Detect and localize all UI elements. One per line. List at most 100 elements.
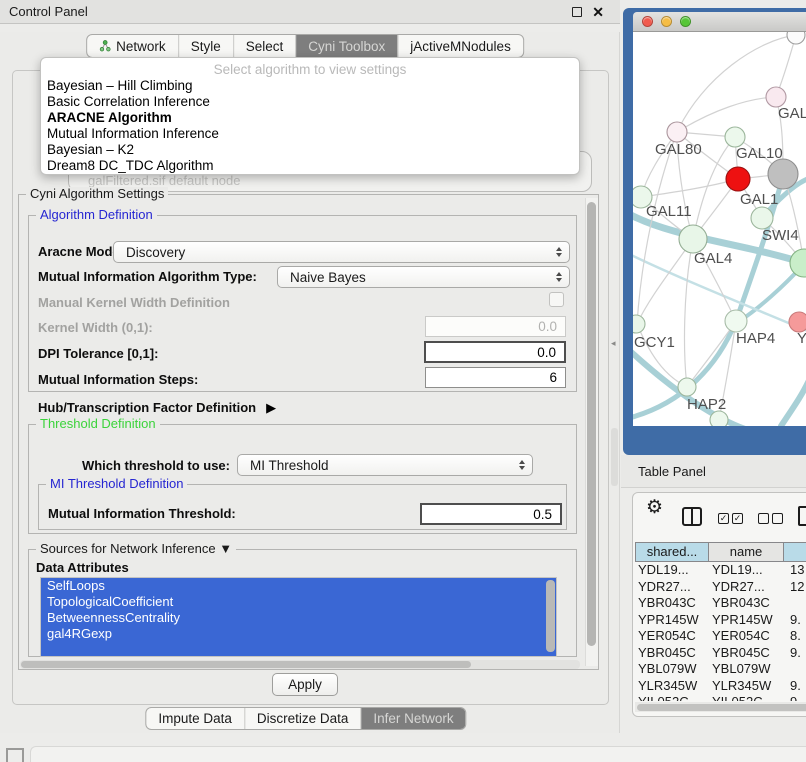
data-attribute-item[interactable]: BetweennessCentrality	[41, 610, 556, 626]
network-edge[interactable]	[677, 97, 776, 132]
float-panel-icon[interactable]	[572, 7, 582, 17]
table-row[interactable]: YBR045CYBR045C9.	[635, 645, 806, 662]
tab-infer-network[interactable]: Infer Network	[361, 708, 465, 729]
apply-button[interactable]: Apply	[272, 673, 338, 696]
column-header[interactable]: name	[709, 542, 784, 562]
select-all-checkbox-icon[interactable]: ✓	[718, 513, 729, 524]
column-header[interactable]: A	[784, 542, 806, 562]
network-window-titlebar[interactable]	[633, 12, 806, 32]
network-canvas[interactable]: GALGAL80GAL10GAL1GAL11SWI4GAL4HAP4YGCY1H…	[633, 32, 806, 426]
algorithm-option[interactable]: Dream8 DC_TDC Algorithm	[41, 158, 579, 174]
restore-panel-icon[interactable]	[6, 748, 24, 762]
minimize-traffic-button[interactable]	[661, 16, 672, 27]
network-node[interactable]	[787, 32, 805, 44]
collapsed-panel-bar[interactable]	[30, 746, 806, 762]
mi-threshold-box-title: MI Threshold Definition	[46, 477, 187, 491]
tab-style[interactable]: Style	[179, 35, 234, 57]
network-edge[interactable]	[641, 179, 738, 197]
network-node[interactable]	[710, 411, 728, 426]
algorithm-dropdown[interactable]: Select algorithm to view settings Bayesi…	[40, 57, 580, 175]
select-all-checkbox-icon[interactable]: ✓	[732, 513, 743, 524]
table-cell: YPR145W	[635, 612, 709, 629]
table-cell: YDL19...	[635, 562, 709, 579]
mi-steps-field[interactable]: 6	[425, 367, 566, 388]
table-row[interactable]: YDL19...YDL19...13	[635, 562, 806, 579]
algorithm-option[interactable]: Bayesian – Hill Climbing	[41, 78, 579, 94]
table-cell: YBL079W	[635, 661, 709, 678]
data-attribute-item[interactable]: TopologicalCoefficient	[41, 594, 556, 610]
network-node-gal4[interactable]	[679, 225, 707, 253]
aracne-mode-label: Aracne Mode:	[38, 243, 124, 261]
network-node-gal1[interactable]	[726, 167, 750, 191]
tab-discretize-data[interactable]: Discretize Data	[245, 708, 362, 729]
table-cell: 9.	[784, 678, 806, 695]
network-node[interactable]	[790, 249, 806, 277]
mi-threshold-field[interactable]: 0.5	[420, 503, 562, 525]
split-columns-icon[interactable]	[682, 507, 702, 526]
network-node-hap2[interactable]	[678, 378, 696, 396]
settings-box-title: Cyni Algorithm Settings	[26, 187, 168, 201]
network-node-hap4[interactable]	[725, 310, 747, 332]
data-attributes-label: Data Attributes	[36, 559, 129, 577]
panel-splitter-handle[interactable]	[611, 428, 618, 486]
algorithm-option[interactable]: ARACNE Algorithm	[41, 110, 579, 126]
manual-kernel-width-label: Manual Kernel Width Definition	[38, 294, 230, 312]
collapse-arrow-icon[interactable]: ▼	[219, 541, 232, 556]
network-node-gal[interactable]	[766, 87, 786, 107]
data-attribute-item-partial[interactable]	[41, 642, 556, 656]
table-row[interactable]: YPR145WYPR145W9.	[635, 612, 806, 629]
table-row[interactable]: YBL079WYBL079W	[635, 661, 806, 678]
data-attribute-item[interactable]: gal4RGexp	[41, 626, 556, 642]
algorithm-option[interactable]: Bayesian – K2	[41, 142, 579, 158]
document-icon[interactable]	[798, 506, 806, 526]
table-row[interactable]: YDR27...YDR27...12	[635, 579, 806, 596]
attributes-scrollbar-thumb[interactable]	[546, 580, 555, 652]
hub-definition-section[interactable]: Hub/Transcription Factor Definition ▶	[38, 398, 276, 418]
algorithm-option[interactable]: Mutual Information Inference	[41, 126, 579, 142]
network-node-gal80[interactable]	[667, 122, 687, 142]
network-edge[interactable]	[687, 321, 736, 387]
tab-select[interactable]: Select	[234, 35, 297, 57]
bottom-tabbar: Impute Data Discretize Data Infer Networ…	[145, 707, 466, 730]
deselect-checkbox-icon[interactable]	[758, 513, 769, 524]
column-header[interactable]: shared...	[635, 542, 709, 562]
network-node-gal10[interactable]	[725, 127, 745, 147]
table-cell: YBR043C	[709, 595, 784, 612]
expand-arrow-icon[interactable]: ▶	[266, 400, 276, 416]
zoom-traffic-button[interactable]	[680, 16, 691, 27]
network-node-swi4[interactable]	[751, 207, 773, 229]
table-row[interactable]: YER054CYER054C8.	[635, 628, 806, 645]
deselect-checkbox-icon[interactable]	[772, 513, 783, 524]
network-node-y[interactable]	[789, 312, 806, 332]
which-threshold-select[interactable]: MI Threshold	[237, 454, 533, 476]
tab-jactivemnodules[interactable]: jActiveMNodules	[398, 35, 523, 57]
tab-cyni-toolbox[interactable]: Cyni Toolbox	[296, 35, 398, 57]
algorithm-option[interactable]: Basic Correlation Inference	[41, 94, 579, 110]
table-cell: YIL052C	[709, 694, 784, 701]
data-attributes-list[interactable]: SelfLoopsTopologicalCoefficientBetweenne…	[40, 577, 557, 657]
manual-kernel-width-checkbox[interactable]	[549, 292, 564, 307]
tab-network[interactable]: Network	[87, 35, 179, 57]
close-traffic-button[interactable]	[642, 16, 653, 27]
table-row[interactable]: YBR043CYBR043C	[635, 595, 806, 612]
threshold-definition-title: Threshold Definition	[36, 417, 160, 431]
close-icon[interactable]: ✕	[592, 5, 604, 19]
tab-impute-data[interactable]: Impute Data	[146, 708, 245, 729]
gear-icon[interactable]: ⚙	[646, 498, 663, 517]
network-edge[interactable]	[781, 378, 806, 426]
splitter-arrow-icon[interactable]: ◂	[611, 338, 616, 349]
table-row[interactable]: YLR345WYLR345W9.	[635, 678, 806, 695]
network-edge[interactable]	[685, 239, 693, 387]
data-attribute-item[interactable]: SelfLoops	[41, 578, 556, 594]
network-node-gcy1[interactable]	[633, 315, 645, 333]
table-row[interactable]: YIL052CYIL052C9.	[635, 694, 806, 701]
settings-hscrollbar-thumb[interactable]	[21, 661, 471, 668]
kernel-width-field[interactable]: 0.0	[425, 316, 566, 337]
mi-steps-label: Mutual Information Steps:	[38, 371, 198, 389]
dpi-tolerance-field[interactable]: 0.0	[424, 341, 566, 363]
aracne-mode-select[interactable]: Discovery	[113, 241, 570, 263]
network-node[interactable]	[768, 159, 798, 189]
settings-scrollbar-thumb[interactable]	[587, 202, 596, 646]
table-hscrollbar-thumb[interactable]	[637, 704, 806, 711]
mi-algorithm-type-select[interactable]: Naive Bayes	[277, 266, 570, 288]
